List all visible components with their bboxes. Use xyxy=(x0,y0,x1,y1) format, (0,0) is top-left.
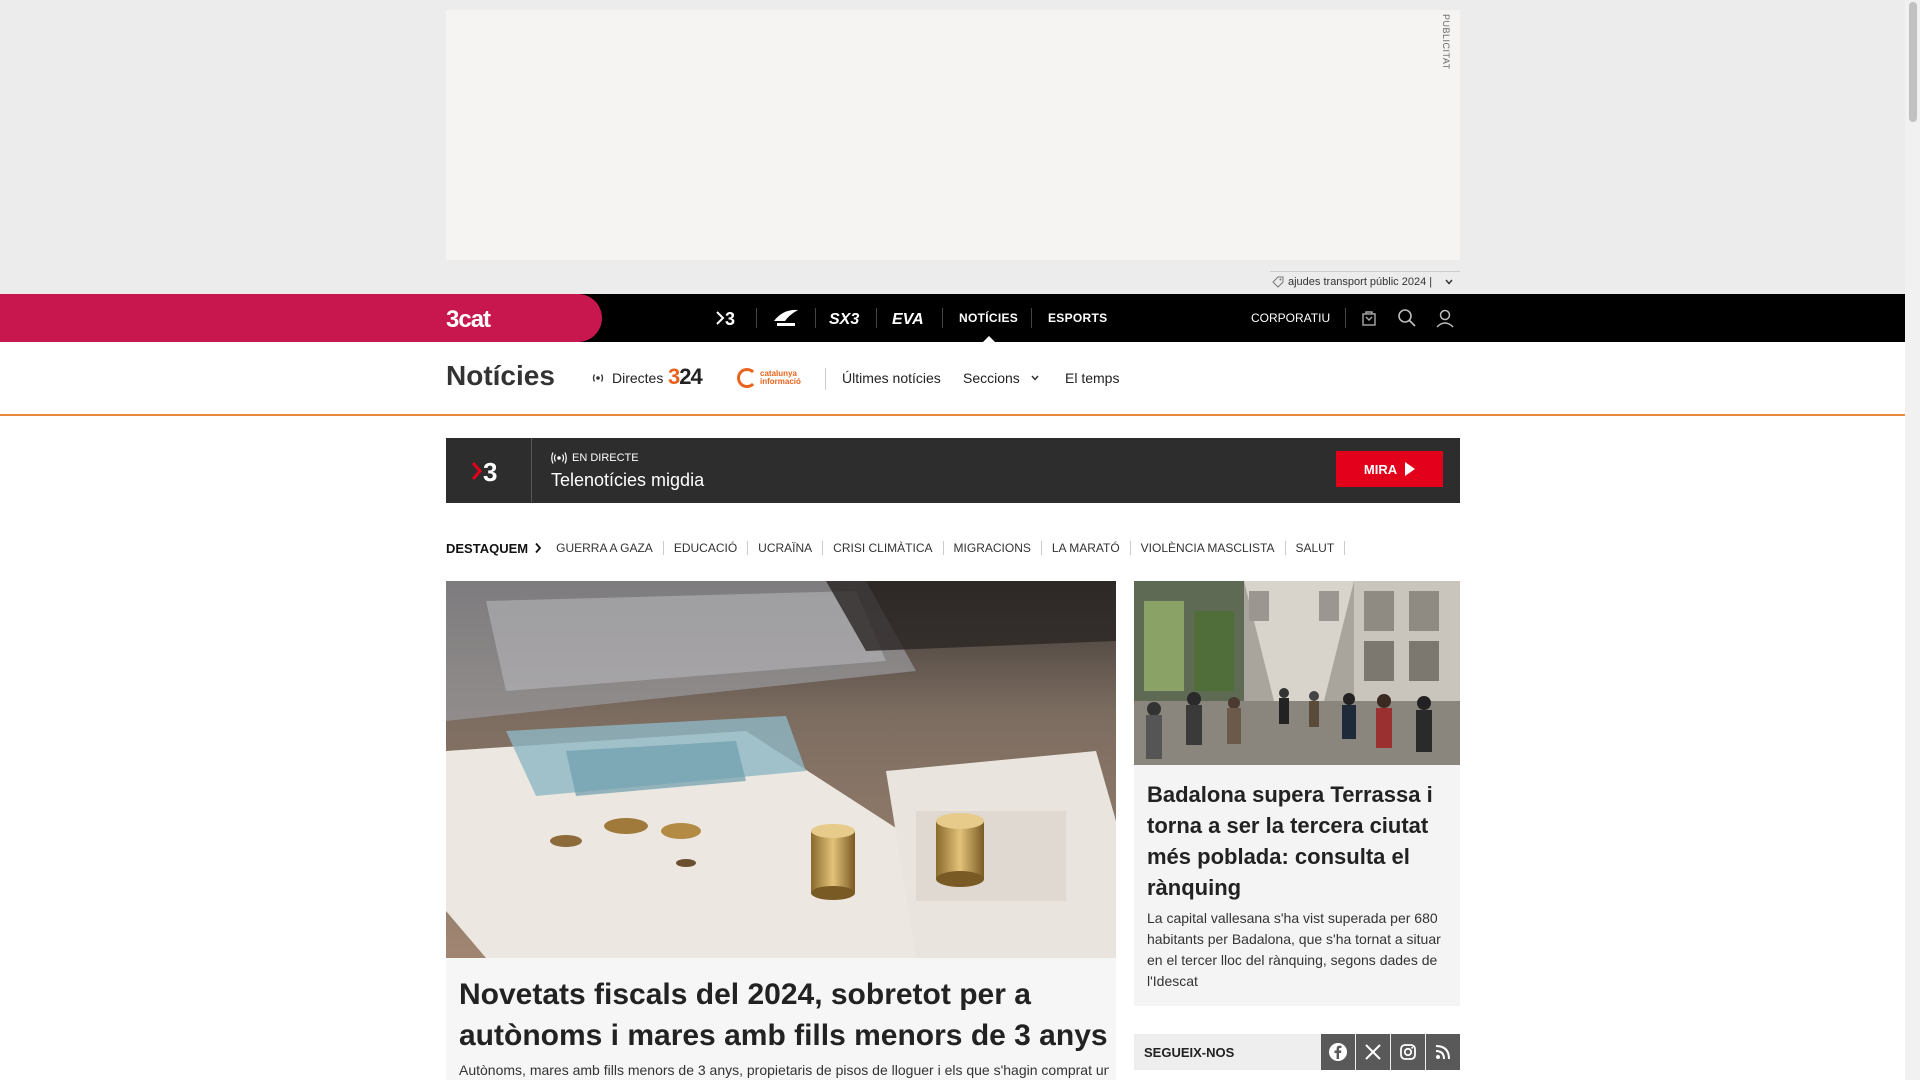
live-tag: EN DIRECTE xyxy=(551,452,639,464)
directes-link[interactable]: Directes xyxy=(590,370,663,386)
link-seccions-label: Seccions xyxy=(963,370,1020,386)
social-follow-bar: SEGUEIX-NOS xyxy=(1134,1034,1460,1070)
chevron-down-icon xyxy=(1445,279,1453,285)
side-story-summary: La capital vallesana s'ha vist superada … xyxy=(1147,910,1441,989)
user-icon[interactable] xyxy=(1435,308,1455,328)
brand-block xyxy=(0,294,602,342)
3-icon: 3 xyxy=(471,457,497,485)
highlight-tag[interactable]: LA MARATÓ xyxy=(1042,541,1131,555)
directes-label: Directes xyxy=(612,370,664,386)
nav-divider xyxy=(876,308,877,328)
coins-photo xyxy=(446,581,1116,958)
social-label: SEGUEIX-NOS xyxy=(1144,1045,1235,1060)
top-nav: 3cat 3 SX3 EVA NOTÍCIES ESPORTS CORPORAT… xyxy=(0,294,1905,342)
search-icon[interactable] xyxy=(1397,308,1417,328)
eva-icon: EVA xyxy=(892,311,924,327)
highlight-tag[interactable]: UCRAÏNA xyxy=(748,541,824,555)
rss-icon xyxy=(1435,1045,1450,1060)
nav-corporatiu[interactable]: CORPORATIU xyxy=(1251,294,1330,342)
nav-divider xyxy=(1031,308,1032,328)
nav-esports[interactable]: ESPORTS xyxy=(1048,294,1107,342)
live-channel-logo: 3 xyxy=(446,438,532,503)
nav-divider xyxy=(756,308,757,328)
tag-icon xyxy=(1272,276,1284,288)
main-story-image[interactable] xyxy=(446,581,1116,958)
channel-sx3[interactable]: SX3 xyxy=(826,294,866,342)
channel-catradio[interactable] xyxy=(768,294,804,342)
nav-divider xyxy=(942,308,943,328)
highlights-title-label: DESTAQUEM xyxy=(446,540,529,556)
svg-text:EVA: EVA xyxy=(892,311,924,327)
ad-footer-text: ajudes transport públic 2024 | xyxy=(1288,275,1433,288)
link-seccions[interactable]: Seccions xyxy=(963,370,1040,386)
logo-324-text: 24 xyxy=(679,364,703,389)
live-channel-text: 3 xyxy=(483,457,497,485)
play-icon xyxy=(1405,462,1416,476)
highlights-title[interactable]: DESTAQUEM xyxy=(446,541,542,556)
ad-area: PUBLICITAT ajudes transport públic 2024 … xyxy=(0,0,1905,294)
3-icon: 3 xyxy=(716,309,735,328)
live-tag-label: EN DIRECTE xyxy=(572,452,639,464)
instagram-button[interactable] xyxy=(1391,1034,1425,1070)
highlight-tag[interactable]: EDUCACIÓ xyxy=(664,541,749,555)
catradio-icon xyxy=(774,309,798,326)
side-story-headline[interactable]: Badalona supera Terrassa i torna a ser l… xyxy=(1147,779,1452,903)
highlight-tag[interactable]: SALUT xyxy=(1286,541,1346,555)
ad-label: PUBLICITAT xyxy=(1441,14,1451,70)
scrollbar[interactable] xyxy=(1905,0,1920,1080)
channel-eva[interactable]: EVA xyxy=(888,294,932,342)
facebook-button[interactable] xyxy=(1321,1034,1355,1070)
main-story-summary: Autònoms, mares amb fills menors de 3 an… xyxy=(459,1062,1109,1078)
highlight-tag[interactable]: CRISI CLIMÀTICA xyxy=(823,541,944,555)
rss-button[interactable] xyxy=(1426,1034,1460,1070)
ad-banner[interactable] xyxy=(446,10,1460,260)
highlight-tag[interactable]: VIOLÈNCIA MASCLISTA xyxy=(1131,541,1286,555)
chevron-down-icon xyxy=(1031,375,1039,381)
main-story-headline[interactable]: Novetats fiscals del 2024, sobretot per … xyxy=(459,974,1109,1056)
section-divider xyxy=(825,368,826,390)
scrollbar-thumb[interactable] xyxy=(1909,2,1917,122)
x-button[interactable] xyxy=(1356,1034,1390,1070)
instagram-icon xyxy=(1400,1044,1416,1060)
street-photo xyxy=(1134,581,1460,765)
highlight-tag[interactable]: MIGRACIONS xyxy=(944,541,1042,555)
highlights-bar: DESTAQUEM GUERRA A GAZA EDUCACIÓ UCRAÏNA… xyxy=(446,538,1346,558)
side-story-image[interactable] xyxy=(1134,581,1460,765)
x-icon xyxy=(1365,1044,1381,1060)
shopping-bag-icon[interactable] xyxy=(1359,308,1379,328)
nav-noticies[interactable]: NOTÍCIES xyxy=(959,294,1018,342)
broadcast-icon xyxy=(551,452,567,464)
nav-divider xyxy=(815,308,816,328)
broadcast-icon xyxy=(592,374,604,382)
facebook-icon xyxy=(1329,1043,1347,1061)
nav-divider xyxy=(1345,308,1346,328)
section-header: Notícies Directes 324 catalunya informac… xyxy=(0,342,1905,416)
channel-3-icon[interactable]: 3 xyxy=(712,294,746,342)
ci-text: catalunya informació xyxy=(760,369,801,386)
highlight-tag[interactable]: GUERRA A GAZA xyxy=(556,541,664,555)
watch-live-label: MIRA xyxy=(1363,461,1398,477)
svg-text:SX3: SX3 xyxy=(829,311,859,327)
brand-logo[interactable]: 3cat xyxy=(446,306,491,334)
chevron-right-icon xyxy=(535,542,542,554)
link-ultimes-noticies[interactable]: Últimes notícies xyxy=(842,370,941,386)
logo-324[interactable]: 324 xyxy=(668,364,703,390)
ci-circle-icon xyxy=(737,368,757,388)
svg-text:3: 3 xyxy=(725,309,735,328)
live-program-title[interactable]: Telenotícies migdia xyxy=(551,470,704,491)
live-banner[interactable]: 3 EN DIRECTE Telenotícies migdia MIRA xyxy=(446,438,1460,503)
ad-footer[interactable]: ajudes transport públic 2024 | xyxy=(1270,271,1460,291)
logo-catalunya-informacio[interactable]: catalunya informació xyxy=(737,368,808,388)
side-story-card[interactable]: Badalona supera Terrassa i torna a ser l… xyxy=(1134,581,1460,1006)
sx3-icon: SX3 xyxy=(829,311,859,327)
link-el-temps[interactable]: El temps xyxy=(1065,370,1119,386)
watch-live-button[interactable]: MIRA xyxy=(1336,451,1443,487)
main-story-card[interactable]: Novetats fiscals del 2024, sobretot per … xyxy=(446,581,1116,1080)
page-title[interactable]: Notícies xyxy=(446,360,555,392)
logo-324-mark: 3 xyxy=(668,364,680,389)
